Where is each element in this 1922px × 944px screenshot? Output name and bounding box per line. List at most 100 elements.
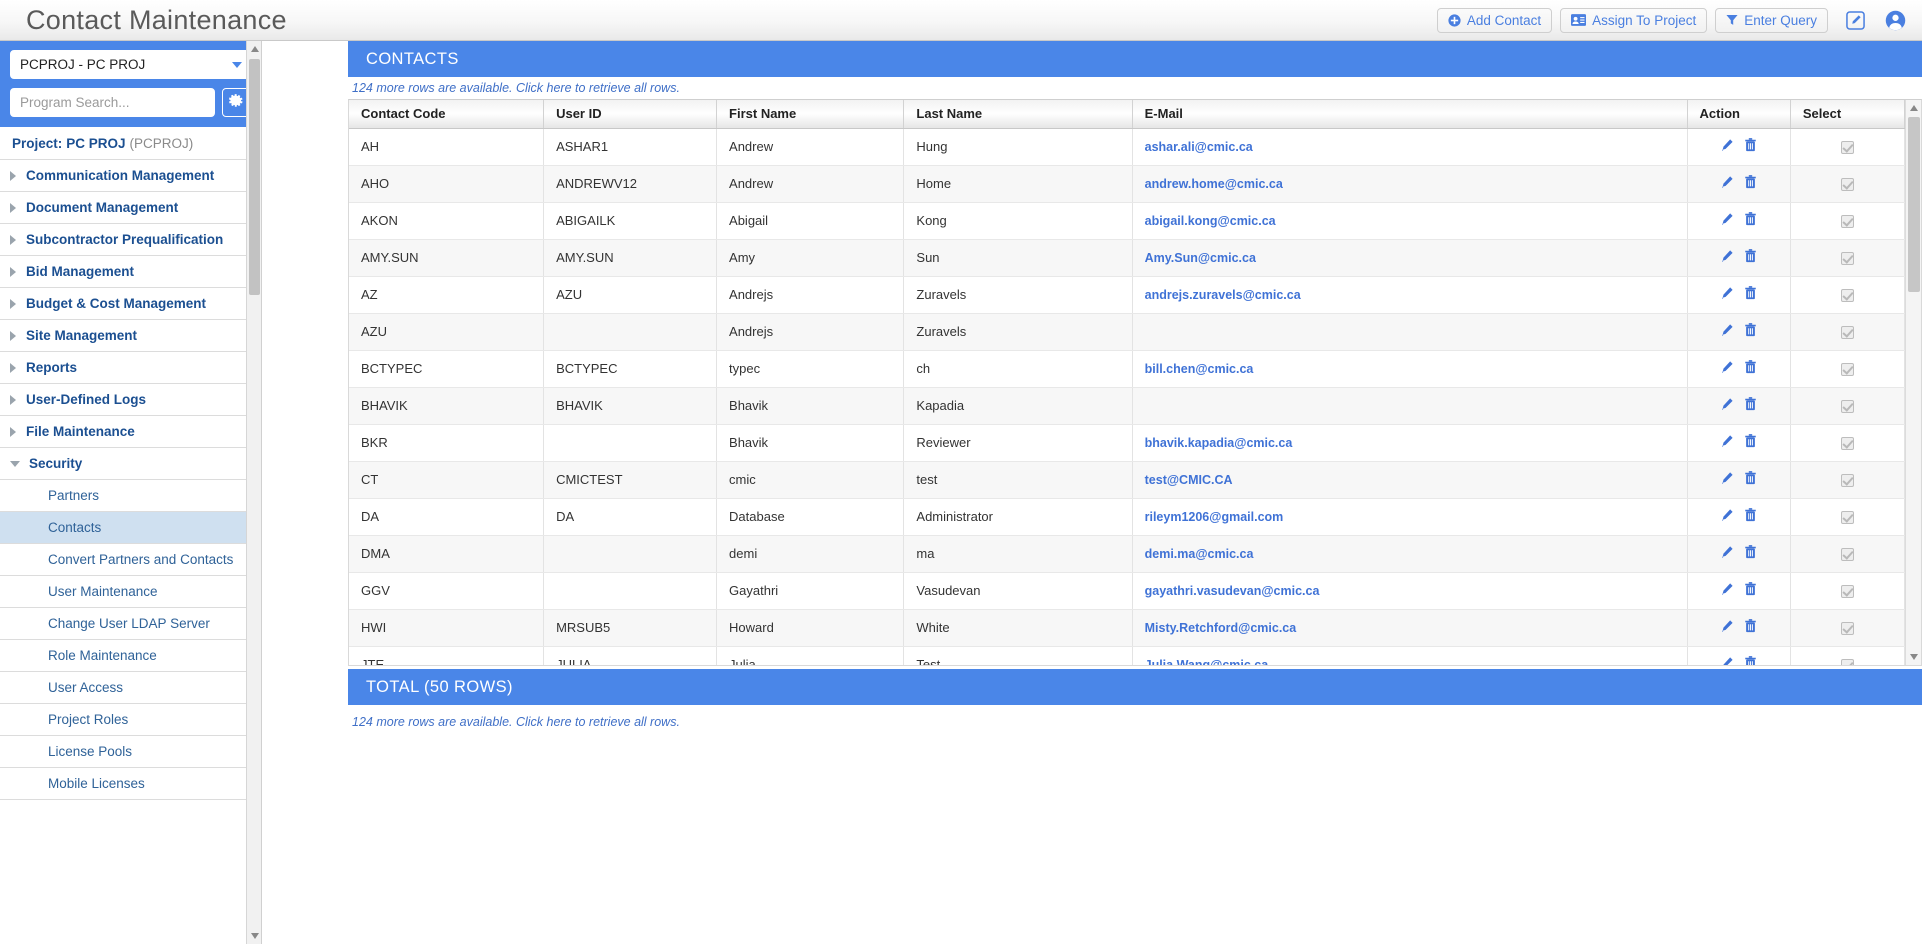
email-link[interactable]: abigail.kong@cmic.ca <box>1145 214 1276 228</box>
sidebar-item-security[interactable]: Security <box>0 448 261 480</box>
pencil-edit-icon[interactable] <box>1720 360 1734 377</box>
table-row[interactable]: HWI MRSUB5 Howard White Misty.Retchford@cmic… <box>349 609 1906 647</box>
sidebar-item-project-roles[interactable]: Project Roles <box>0 704 261 736</box>
row-select-checkbox[interactable] <box>1840 511 1854 525</box>
pencil-edit-icon[interactable] <box>1720 249 1734 266</box>
column-header-last-name[interactable]: Last Name <box>903 100 1133 129</box>
pencil-edit-icon[interactable] <box>1720 286 1734 303</box>
pencil-edit-icon[interactable] <box>1720 656 1734 665</box>
trash-delete-icon[interactable] <box>1744 175 1757 192</box>
trash-delete-icon[interactable] <box>1744 434 1757 451</box>
grid-scrollbar-thumb[interactable] <box>1908 117 1920 292</box>
trash-delete-icon[interactable] <box>1744 249 1757 266</box>
pencil-edit-icon[interactable] <box>1720 175 1734 192</box>
table-row[interactable]: BCTYPEC BCTYPEC typec ch bill.chen@cmic.ca <box>349 350 1906 388</box>
sidebar-item-budget-cost-management[interactable]: Budget & Cost Management <box>0 288 261 320</box>
table-row[interactable]: BHAVIK BHAVIK Bhavik Kapadia <box>349 387 1906 425</box>
edit-square-icon[interactable] <box>1842 7 1868 33</box>
trash-delete-icon[interactable] <box>1744 471 1757 488</box>
table-row[interactable]: AH ASHAR1 Andrew Hung ashar.ali@cmic.ca <box>349 128 1906 166</box>
email-link[interactable]: Misty.Retchford@cmic.ca <box>1145 621 1297 635</box>
sidebar-item-user-access[interactable]: User Access <box>0 672 261 704</box>
row-select-checkbox[interactable] <box>1840 141 1854 155</box>
row-select-checkbox[interactable] <box>1840 622 1854 636</box>
column-header-action[interactable]: Action <box>1687 100 1791 129</box>
user-account-icon[interactable] <box>1882 7 1908 33</box>
pencil-edit-icon[interactable] <box>1720 508 1734 525</box>
trash-delete-icon[interactable] <box>1744 286 1757 303</box>
trash-delete-icon[interactable] <box>1744 545 1757 562</box>
table-row[interactable]: DMA demi ma demi.ma@cmic.ca <box>349 535 1906 573</box>
assign-to-project-button[interactable]: Assign To Project <box>1560 7 1708 33</box>
table-row[interactable]: CT CMICTEST cmic test test@CMIC.CA <box>349 461 1906 499</box>
row-select-checkbox[interactable] <box>1840 178 1854 192</box>
sidebar-item-change-user-ldap-server[interactable]: Change User LDAP Server <box>0 608 261 640</box>
sidebar-item-license-pools[interactable]: License Pools <box>0 736 261 768</box>
trash-delete-icon[interactable] <box>1744 212 1757 229</box>
row-select-checkbox[interactable] <box>1840 585 1854 599</box>
trash-delete-icon[interactable] <box>1744 582 1757 599</box>
pencil-edit-icon[interactable] <box>1720 397 1734 414</box>
scroll-down-arrow-icon[interactable] <box>247 928 261 944</box>
row-select-checkbox[interactable] <box>1840 326 1854 340</box>
grid-scrollbar[interactable] <box>1905 100 1921 665</box>
table-row[interactable]: AZ AZU Andrejs Zuravels andrejs.zuravels@cmi… <box>349 276 1906 314</box>
sidebar-item-document-management[interactable]: Document Management <box>0 192 261 224</box>
email-link[interactable]: bill.chen@cmic.ca <box>1145 362 1254 376</box>
email-link[interactable]: test@CMIC.CA <box>1145 473 1233 487</box>
trash-delete-icon[interactable] <box>1744 397 1757 414</box>
enter-query-button[interactable]: Enter Query <box>1715 7 1828 33</box>
row-select-checkbox[interactable] <box>1840 400 1854 414</box>
more-rows-notice-top[interactable]: 124 more rows are available. Click here … <box>348 77 1922 99</box>
pencil-edit-icon[interactable] <box>1720 212 1734 229</box>
pencil-edit-icon[interactable] <box>1720 138 1734 155</box>
email-link[interactable]: Julia.Wang@cmic.ca <box>1145 658 1269 665</box>
sidebar-scrollbar-thumb[interactable] <box>249 59 260 295</box>
table-row[interactable]: BKR Bhavik Reviewer bhavik.kapadia@cmic.ca <box>349 424 1906 462</box>
pencil-edit-icon[interactable] <box>1720 434 1734 451</box>
table-row[interactable]: GGV Gayathri Vasudevan gayathri.vasudevan@c… <box>349 572 1906 610</box>
email-link[interactable]: rileym1206@gmail.com <box>1145 510 1284 524</box>
table-row[interactable]: JTE JULIA Julia Test Julia.Wang@cmic.ca <box>349 646 1906 665</box>
sidebar-item-site-management[interactable]: Site Management <box>0 320 261 352</box>
sidebar-item-user-defined-logs[interactable]: User-Defined Logs <box>0 384 261 416</box>
sidebar-item-role-maintenance[interactable]: Role Maintenance <box>0 640 261 672</box>
sidebar-item-user-maintenance[interactable]: User Maintenance <box>0 576 261 608</box>
email-link[interactable]: andrew.home@cmic.ca <box>1145 177 1283 191</box>
trash-delete-icon[interactable] <box>1744 138 1757 155</box>
column-header-first-name[interactable]: First Name <box>716 100 905 129</box>
email-link[interactable]: andrejs.zuravels@cmic.ca <box>1145 288 1301 302</box>
trash-delete-icon[interactable] <box>1744 619 1757 636</box>
row-select-checkbox[interactable] <box>1840 289 1854 303</box>
sidebar-item-mobile-licenses[interactable]: Mobile Licenses <box>0 768 261 800</box>
table-row[interactable]: DA DA Database Administrator rileym1206@gmai… <box>349 498 1906 536</box>
column-header-user-id[interactable]: User ID <box>543 100 718 129</box>
email-link[interactable]: gayathri.vasudevan@cmic.ca <box>1145 584 1320 598</box>
email-link[interactable]: demi.ma@cmic.ca <box>1145 547 1254 561</box>
email-link[interactable]: bhavik.kapadia@cmic.ca <box>1145 436 1293 450</box>
column-header-email[interactable]: E-Mail <box>1132 100 1688 129</box>
pencil-edit-icon[interactable] <box>1720 323 1734 340</box>
trash-delete-icon[interactable] <box>1744 656 1757 665</box>
sidebar-item-bid-management[interactable]: Bid Management <box>0 256 261 288</box>
email-link[interactable]: Amy.Sun@cmic.ca <box>1145 251 1256 265</box>
trash-delete-icon[interactable] <box>1744 508 1757 525</box>
scroll-up-arrow-icon[interactable] <box>247 41 261 57</box>
row-select-checkbox[interactable] <box>1840 252 1854 266</box>
pencil-edit-icon[interactable] <box>1720 619 1734 636</box>
sidebar-item-contacts[interactable]: Contacts <box>0 512 261 544</box>
row-select-checkbox[interactable] <box>1840 437 1854 451</box>
row-select-checkbox[interactable] <box>1840 363 1854 377</box>
grid-scroll-up-arrow-icon[interactable] <box>1906 100 1921 116</box>
sidebar-item-communication-management[interactable]: Communication Management <box>0 160 261 192</box>
sidebar-scrollbar[interactable] <box>246 41 261 944</box>
pencil-edit-icon[interactable] <box>1720 545 1734 562</box>
sidebar-item-file-maintenance[interactable]: File Maintenance <box>0 416 261 448</box>
column-header-contact-code[interactable]: Contact Code <box>349 100 545 129</box>
program-search-input[interactable] <box>10 88 215 117</box>
trash-delete-icon[interactable] <box>1744 323 1757 340</box>
grid-scroll-down-arrow-icon[interactable] <box>1906 649 1921 665</box>
more-rows-notice-bottom[interactable]: 124 more rows are available. Click here … <box>348 711 1922 733</box>
row-select-checkbox[interactable] <box>1840 659 1854 665</box>
row-select-checkbox[interactable] <box>1840 474 1854 488</box>
